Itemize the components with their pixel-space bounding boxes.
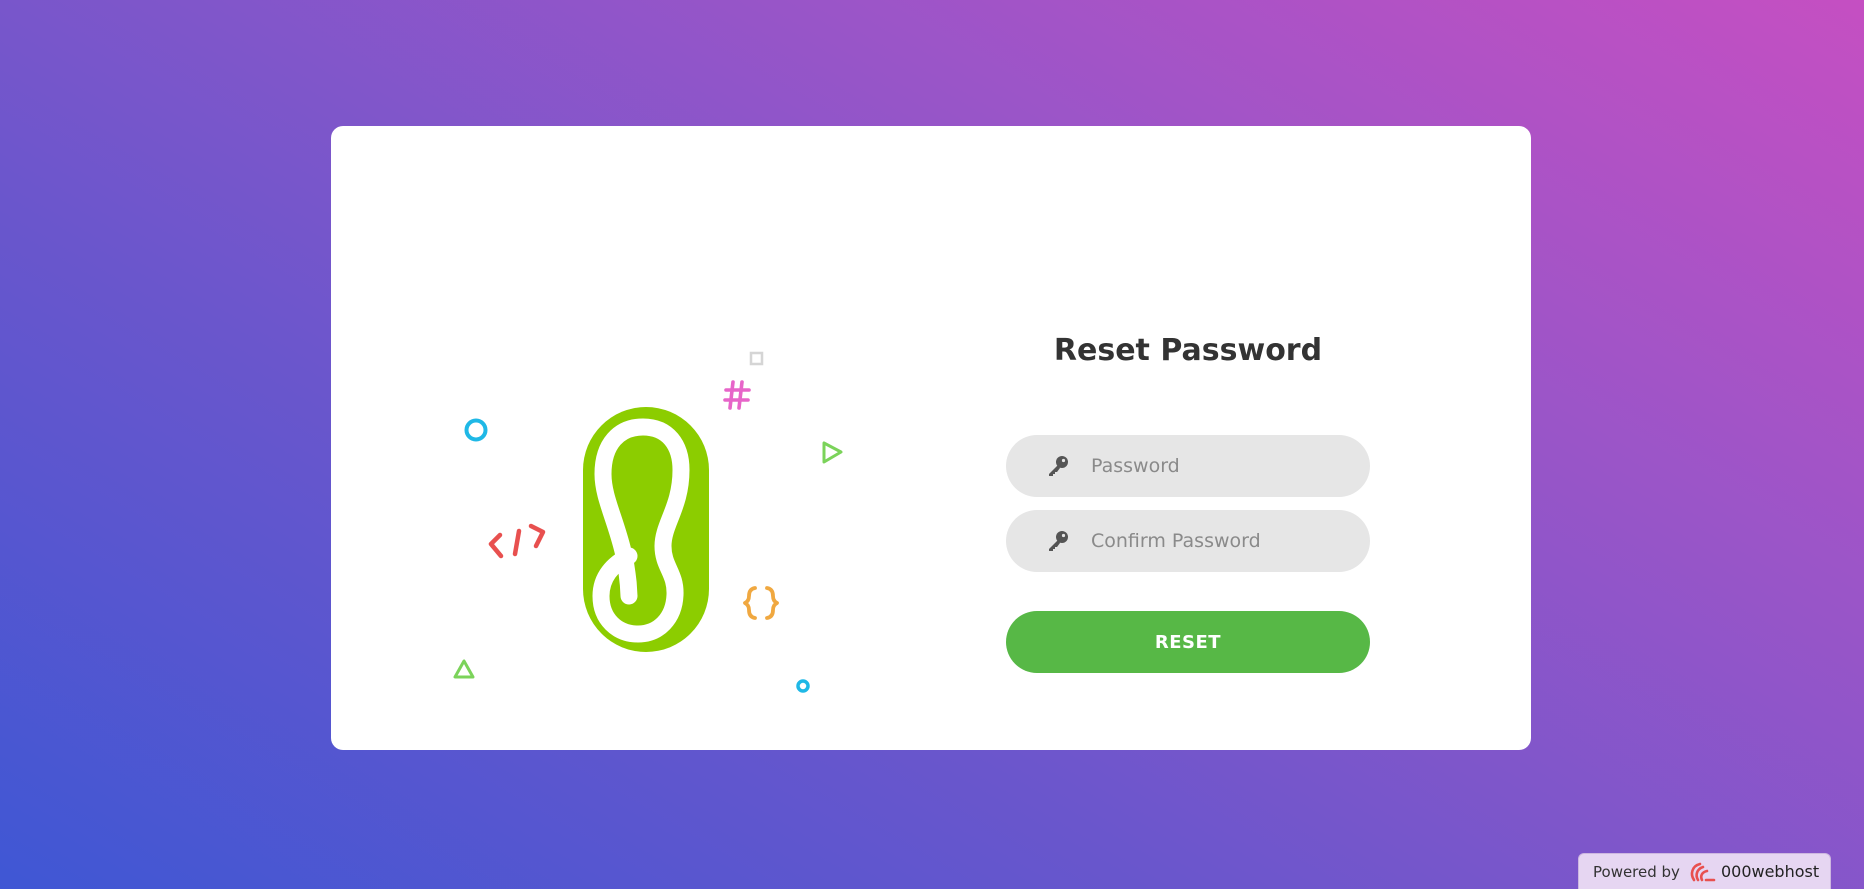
small-circle-icon: [796, 679, 810, 693]
confirm-password-field[interactable]: [1006, 510, 1370, 572]
square-icon: [749, 351, 764, 366]
key-icon: [1049, 531, 1068, 551]
page-title: Reset Password: [1053, 333, 1323, 368]
brand-name: 000webhost: [1720, 862, 1820, 881]
code-tag-icon: [488, 523, 546, 559]
reset-form: Reset Password RESET: [1006, 331, 1370, 673]
reset-button[interactable]: RESET: [1006, 611, 1370, 673]
powered-by-badge[interactable]: Powered by 000webhost: [1578, 853, 1831, 889]
password-field[interactable]: [1006, 435, 1370, 497]
password-input[interactable]: [1091, 435, 1351, 497]
illustration-svg: [453, 351, 843, 693]
circle-icon: [464, 418, 488, 442]
confirm-password-input[interactable]: [1091, 510, 1351, 572]
hash-icon: [723, 380, 751, 410]
000webhost-logo: [583, 407, 709, 652]
key-icon: [1049, 456, 1068, 476]
play-triangle-icon: [822, 441, 843, 464]
curly-braces-icon: [743, 586, 779, 620]
triangle-icon: [453, 659, 475, 679]
illustration: [331, 126, 951, 750]
000webhost-logo-icon: [1690, 862, 1716, 881]
powered-by-label: Powered by: [1593, 862, 1680, 881]
reset-card: Reset Password RESET: [331, 126, 1531, 750]
